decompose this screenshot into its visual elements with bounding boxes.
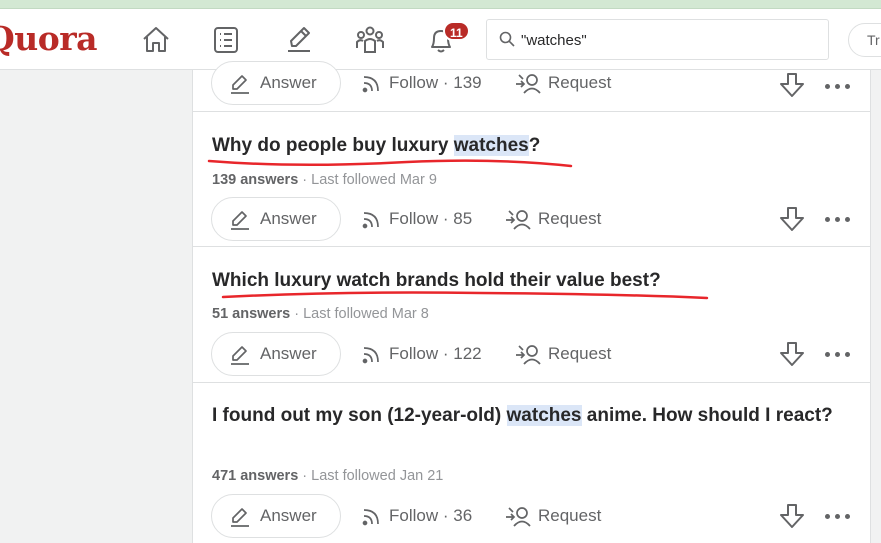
top-navigation-bar: Quora 11 Tr	[0, 9, 881, 70]
more-options-icon[interactable]	[825, 213, 851, 225]
home-icon[interactable]	[140, 24, 172, 56]
answer-count[interactable]: 471 answers	[212, 468, 298, 484]
more-options-icon[interactable]	[825, 348, 851, 360]
answer-button[interactable]: Answer	[211, 197, 341, 241]
answer-label: Answer	[260, 209, 317, 228]
downvote-arrow-icon[interactable]	[778, 205, 806, 233]
answer-count[interactable]: 51 answers	[212, 306, 290, 322]
follow-label: Follow	[389, 506, 439, 525]
question-title[interactable]: Why do people buy luxury watches?	[212, 133, 852, 159]
downvote-arrow-icon[interactable]	[778, 71, 806, 99]
question-card: I found out my son (12-year-old) watches…	[193, 383, 870, 543]
notification-count-badge: 11	[443, 21, 470, 41]
request-icon	[516, 74, 541, 94]
question-meta: 51 answers · Last followed Mar 8	[212, 306, 429, 322]
downvote-arrow-icon[interactable]	[778, 502, 806, 530]
question-title[interactable]: Which luxury watch brands hold their val…	[212, 268, 852, 294]
pencil-icon	[231, 75, 249, 94]
question-meta: 471 answers · Last followed Jan 21	[212, 468, 443, 484]
try-quora-plus-button[interactable]: Tr	[848, 23, 881, 57]
last-followed: · Last followed Mar 9	[298, 172, 437, 188]
pencil-icon	[231, 211, 249, 230]
follow-rss-icon	[362, 76, 379, 93]
answer-label: Answer	[260, 73, 317, 92]
pencil-icon	[231, 508, 249, 527]
question-card: Which luxury watch brands hold their val…	[193, 247, 870, 383]
answer-button[interactable]: Answer	[211, 494, 341, 538]
more-options-icon[interactable]	[825, 510, 851, 522]
answer-label: Answer	[260, 344, 317, 363]
request-label: Request	[548, 344, 612, 363]
follow-count: · 122	[442, 344, 482, 363]
follow-rss-icon	[362, 347, 379, 364]
more-options-icon[interactable]	[825, 80, 851, 92]
question-card: Why do people buy luxury watches? 139 an…	[193, 112, 870, 247]
request-icon	[506, 507, 531, 527]
follow-label: Follow	[389, 344, 439, 363]
question-title[interactable]: I found out my son (12-year-old) watches…	[212, 403, 852, 429]
answer-label: Answer	[260, 506, 317, 525]
quora-logo[interactable]: Quora	[0, 19, 98, 58]
last-followed: · Last followed Jan 21	[298, 468, 444, 484]
answer-button[interactable]: Answer	[211, 61, 341, 105]
follow-rss-icon	[362, 212, 379, 229]
request-label: Request	[548, 73, 612, 92]
spaces-icon[interactable]	[354, 24, 386, 56]
question-card: Answer Follow · 139 Request	[193, 61, 870, 112]
answer-count[interactable]: 139 answers	[212, 172, 298, 188]
pencil-icon	[231, 346, 249, 365]
answer-button[interactable]: Answer	[211, 332, 341, 376]
downvote-arrow-icon[interactable]	[778, 340, 806, 368]
follow-label: Follow	[389, 209, 439, 228]
search-icon	[499, 31, 515, 47]
following-icon[interactable]	[210, 24, 242, 56]
request-icon	[506, 210, 531, 230]
follow-count: · 36	[442, 506, 473, 525]
follow-rss-icon	[362, 509, 379, 526]
request-label: Request	[538, 506, 602, 525]
search-input[interactable]	[521, 29, 811, 51]
browser-top-strip	[0, 0, 881, 9]
write-answer-icon[interactable]	[283, 24, 315, 56]
search-box[interactable]	[486, 19, 829, 60]
search-results-feed: Answer Follow · 139 Request Why do peopl…	[192, 61, 871, 543]
follow-count: · 139	[442, 73, 482, 92]
last-followed: · Last followed Mar 8	[290, 306, 429, 322]
request-icon	[516, 345, 541, 365]
follow-count: · 85	[442, 209, 473, 228]
question-meta: 139 answers · Last followed Mar 9	[212, 172, 437, 188]
request-label: Request	[538, 209, 602, 228]
follow-label: Follow	[389, 73, 439, 92]
